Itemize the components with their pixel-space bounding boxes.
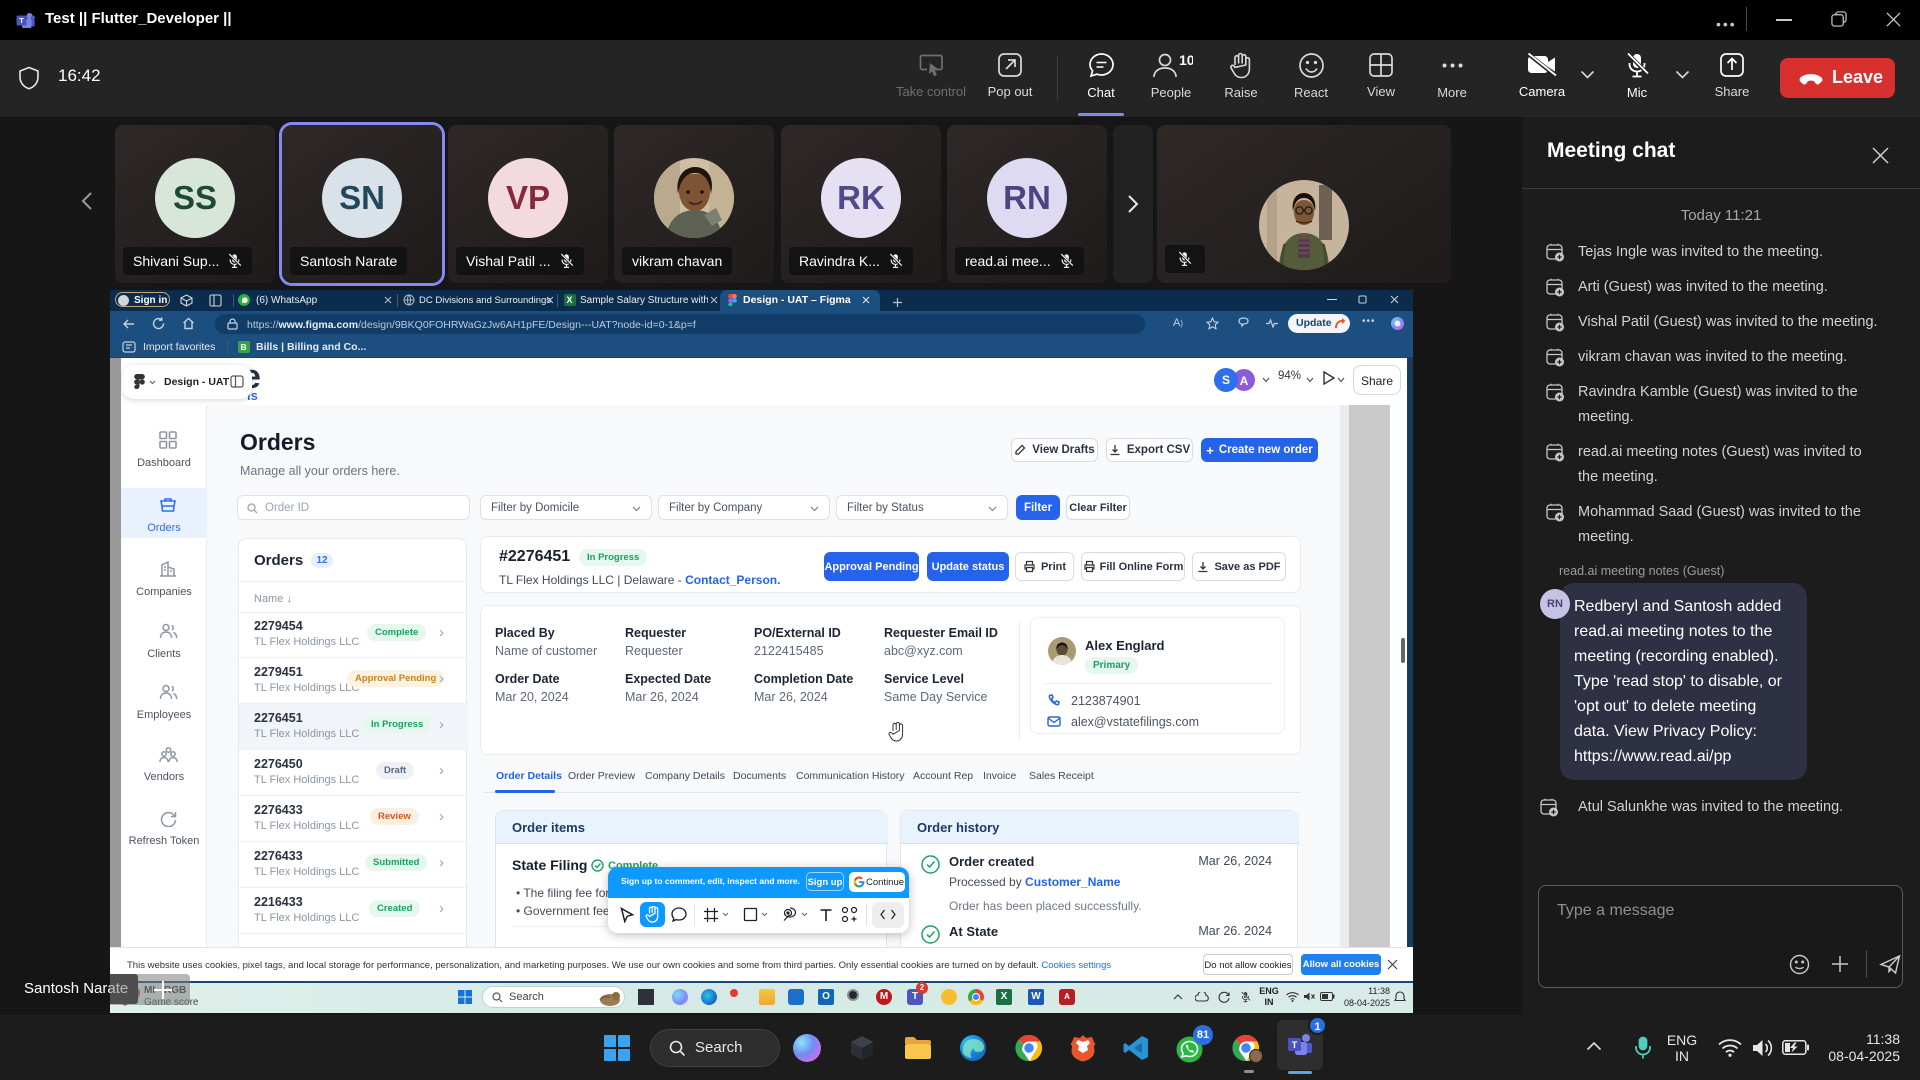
svg-text:T: T — [1292, 1040, 1298, 1050]
svg-text:10: 10 — [1179, 52, 1193, 68]
svg-text:T: T — [19, 16, 24, 25]
